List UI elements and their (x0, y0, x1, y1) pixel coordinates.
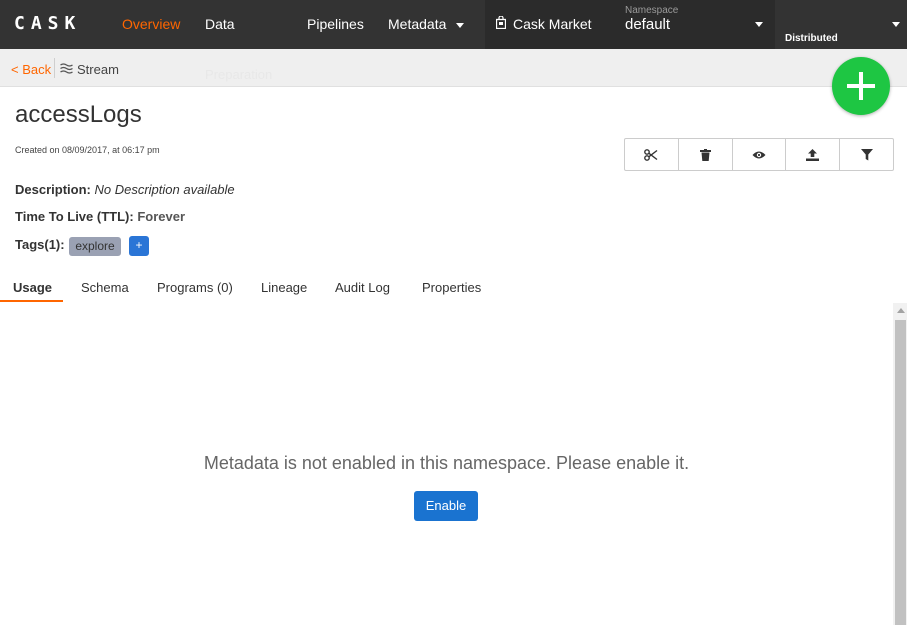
upload-icon (806, 148, 820, 161)
entity-action-group (624, 138, 894, 171)
cask-market-label: Cask Market (513, 16, 592, 32)
delete-button[interactable] (679, 139, 733, 170)
top-navbar: CASK Overview Data Pipelines Metadata Ca… (0, 0, 907, 49)
description-label: Description: (15, 182, 91, 197)
nav-data-overflow[interactable]: Preparation (205, 67, 272, 82)
usage-panel: Metadata is not enabled in this namespac… (0, 303, 893, 625)
namespace-dropdown[interactable]: Namespace default (605, 0, 775, 49)
nav-overview[interactable]: Overview (122, 16, 180, 32)
tab-audit-log[interactable]: Audit Log (335, 280, 390, 295)
tab-lineage[interactable]: Lineage (261, 280, 307, 295)
cask-logo[interactable]: CASK (14, 13, 81, 34)
stream-icon (60, 63, 73, 74)
scroll-up-icon[interactable] (897, 308, 905, 313)
eye-icon (752, 151, 766, 158)
view-button[interactable] (733, 139, 787, 170)
scissors-icon (644, 148, 658, 161)
add-entity-button[interactable] (832, 57, 890, 115)
namespace-caption: Namespace (625, 5, 679, 16)
breadcrumb-divider (54, 58, 55, 78)
nav-pipelines[interactable]: Pipelines (307, 16, 364, 32)
export-button[interactable] (786, 139, 841, 170)
description-value: No Description available (94, 182, 235, 197)
active-tab-indicator (0, 300, 63, 302)
description-row: Description: No Description available (15, 182, 235, 197)
breadcrumb: < Back Stream (0, 49, 907, 87)
entity-tabs: Usage Schema Programs (0) Lineage Audit … (0, 271, 907, 303)
chevron-down-icon (755, 22, 763, 27)
ttl-value: Forever (137, 209, 186, 224)
scrollbar-thumb[interactable] (895, 320, 906, 625)
chevron-down-icon (456, 22, 465, 28)
truncate-button[interactable] (625, 139, 679, 170)
created-timestamp: Created on 08/09/2017, at 06:17 pm (15, 145, 160, 155)
tab-schema[interactable]: Schema (81, 280, 129, 295)
tags-label: Tags(1): (15, 237, 65, 252)
nav-metadata-label: Metadata (388, 16, 447, 32)
page-title: accessLogs (15, 101, 142, 128)
enable-button[interactable]: Enable (414, 491, 478, 521)
breadcrumb-current: Stream (77, 62, 119, 77)
tab-properties[interactable]: Properties (422, 280, 481, 295)
ttl-row: Time To Live (TTL): Forever (15, 209, 185, 224)
tab-programs[interactable]: Programs (0) (157, 280, 233, 295)
filter-icon (860, 148, 873, 160)
cask-market-button[interactable]: Cask Market (485, 0, 605, 49)
filter-button[interactable] (840, 139, 893, 170)
empty-state-message: Metadata is not enabled in this namespac… (203, 453, 690, 473)
nav-data[interactable]: Data (205, 16, 235, 32)
nav-metadata[interactable]: Metadata (388, 16, 465, 32)
add-tag-button[interactable]: + (129, 236, 149, 256)
back-link[interactable]: < Back (11, 62, 51, 77)
namespace-value: default (625, 16, 671, 33)
mode-label[interactable]: Distributed (785, 33, 838, 44)
tab-usage[interactable]: Usage (13, 280, 52, 295)
trash-icon (699, 148, 711, 161)
shopping-bag-icon (496, 16, 506, 29)
ttl-label: Time To Live (TTL): (15, 209, 134, 224)
tag-chip[interactable]: explore (69, 237, 121, 256)
chevron-down-icon[interactable] (892, 22, 900, 27)
tags-row: Tags(1): (15, 237, 65, 252)
